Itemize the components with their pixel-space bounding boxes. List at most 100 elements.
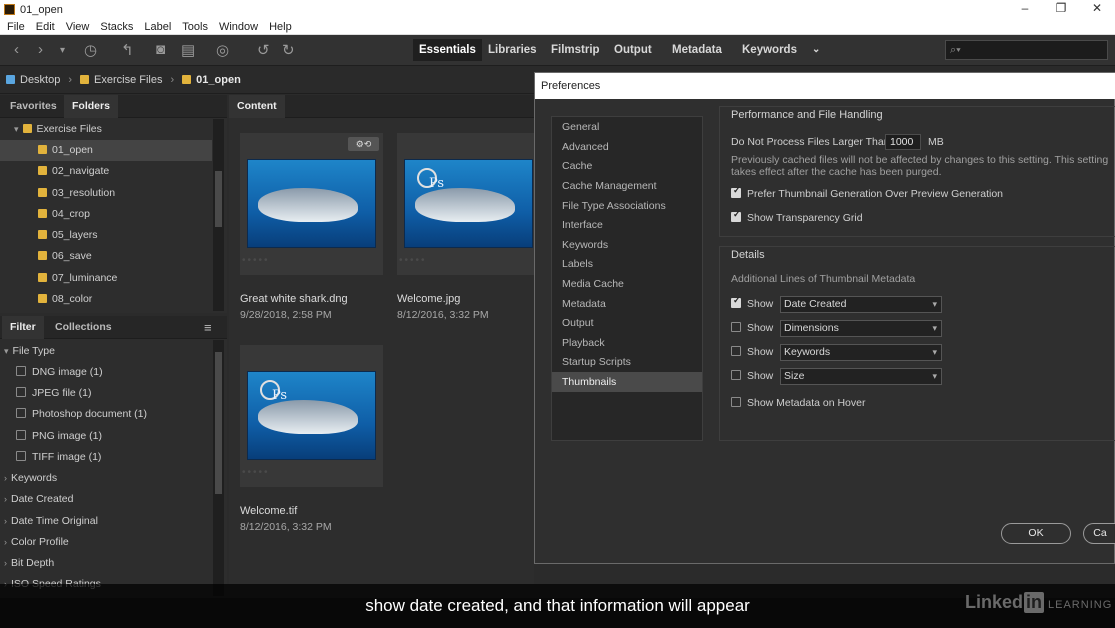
tree-item[interactable]: 01_open (0, 140, 212, 161)
rating-stars[interactable]: ••••• (242, 467, 270, 478)
show-metadata-row[interactable]: Show (731, 322, 773, 334)
metadata-select[interactable]: Dimensions ▾ (780, 320, 942, 337)
show-metadata-row[interactable]: Show (731, 295, 773, 310)
rotate-right-icon[interactable]: ↻ (282, 41, 295, 59)
tree-item[interactable]: 02_navigate (0, 161, 212, 182)
category-item[interactable]: Advanced (552, 137, 702, 157)
checkbox[interactable] (731, 295, 741, 308)
restore-icon[interactable]: ❐ (1043, 0, 1079, 19)
rating-stars[interactable]: ••••• (399, 255, 427, 266)
tab-content[interactable]: Content (229, 95, 285, 118)
tab-folders[interactable]: Folders (64, 95, 118, 118)
workspace-essentials[interactable]: Essentials (413, 39, 482, 61)
chevron-down-icon[interactable]: ▾ (60, 45, 65, 56)
camera-icon[interactable]: ◙ (156, 41, 165, 58)
category-item[interactable]: Cache (552, 156, 702, 176)
category-item[interactable]: Playback (552, 333, 702, 353)
category-item-thumbnails[interactable]: Thumbnails (552, 372, 702, 392)
category-item[interactable]: File Type Associations (552, 196, 702, 216)
filter-group[interactable]: › Keywords (0, 468, 212, 489)
boomerang-icon[interactable]: ↰ (121, 41, 134, 59)
tree-root[interactable]: ▾ Exercise Files (0, 119, 212, 140)
ok-button[interactable]: OK (1001, 523, 1071, 544)
category-item[interactable]: Media Cache (552, 274, 702, 294)
prefer-thumbnail-option[interactable]: Prefer Thumbnail Generation Over Preview… (731, 185, 1003, 200)
tab-filter[interactable]: Filter (2, 316, 44, 339)
minimize-icon[interactable]: – (1007, 0, 1043, 19)
checkbox[interactable] (16, 366, 26, 376)
workspace-keywords[interactable]: Keywords (736, 39, 803, 61)
menu-help[interactable]: Help (269, 21, 292, 33)
tree-item[interactable]: 07_luminance (0, 268, 212, 289)
max-size-input[interactable]: 1000 (885, 134, 921, 150)
transparency-grid-option[interactable]: Show Transparency Grid (731, 209, 863, 224)
menu-tools[interactable]: Tools (182, 21, 208, 33)
hover-metadata-option[interactable]: Show Metadata on Hover (731, 397, 865, 409)
scrollbar-thumb[interactable] (215, 171, 222, 227)
tree-item[interactable]: 08_color (0, 289, 212, 310)
search-input[interactable]: ⌕▾ (945, 40, 1108, 60)
checkbox[interactable] (731, 209, 741, 222)
forward-icon[interactable]: › (38, 41, 43, 58)
category-item[interactable]: Keywords (552, 235, 702, 255)
menu-stacks[interactable]: Stacks (100, 21, 133, 33)
back-icon[interactable]: ‹ (14, 41, 19, 58)
tree-item[interactable]: 06_save (0, 246, 212, 267)
open-in-camera-raw-icon[interactable]: ◎ (216, 41, 229, 59)
filter-item[interactable]: PNG image (1) (0, 426, 212, 447)
rating-stars[interactable]: ••••• (242, 255, 270, 266)
checkbox[interactable] (731, 185, 741, 198)
menu-view[interactable]: View (66, 21, 90, 33)
filter-item[interactable]: TIFF image (1) (0, 447, 212, 468)
cancel-button[interactable]: Ca (1083, 523, 1115, 544)
checkbox[interactable] (16, 451, 26, 461)
thumbnail[interactable]: Ps ••••• (240, 345, 383, 487)
close-icon[interactable]: ✕ (1079, 0, 1115, 19)
recent-icon[interactable]: ◷ (84, 41, 97, 59)
thumbnail[interactable]: ⚙⟲ ••••• (240, 133, 383, 275)
breadcrumb-01-open[interactable]: 01_open (182, 74, 241, 86)
refine-icon[interactable]: ▤ (181, 41, 195, 59)
checkbox[interactable] (731, 397, 741, 407)
category-item[interactable]: Interface (552, 215, 702, 235)
category-item[interactable]: Output (552, 313, 702, 333)
tab-favorites[interactable]: Favorites (2, 95, 65, 118)
filter-scrollbar[interactable] (213, 340, 224, 596)
show-metadata-row[interactable]: Show (731, 370, 773, 382)
filter-group[interactable]: › Date Time Original (0, 511, 212, 532)
workspace-output[interactable]: Output (608, 39, 658, 61)
workspace-libraries[interactable]: Libraries (482, 39, 543, 61)
checkbox[interactable] (731, 370, 741, 380)
breadcrumb-exercise-files[interactable]: Exercise Files (80, 74, 163, 86)
metadata-select[interactable]: Date Created ▾ (780, 296, 942, 313)
metadata-select[interactable]: Keywords ▾ (780, 344, 942, 361)
menu-file[interactable]: File (7, 21, 25, 33)
filter-group[interactable]: › Color Profile (0, 532, 212, 553)
filter-group-file-type[interactable]: ▾ File Type (0, 341, 212, 362)
panel-menu-icon[interactable]: ≡ (196, 316, 220, 339)
tree-item[interactable]: 04_crop (0, 204, 212, 225)
workspace-metadata[interactable]: Metadata (666, 39, 728, 61)
menu-label[interactable]: Label (144, 21, 171, 33)
breadcrumb-desktop[interactable]: Desktop (6, 74, 60, 86)
category-item[interactable]: Cache Management (552, 176, 702, 196)
tree-item[interactable]: 05_layers (0, 225, 212, 246)
show-metadata-row[interactable]: Show (731, 346, 773, 358)
checkbox[interactable] (16, 430, 26, 440)
category-item[interactable]: Metadata (552, 294, 702, 314)
metadata-select[interactable]: Size ▾ (780, 368, 942, 385)
filter-item[interactable]: Photoshop document (1) (0, 404, 212, 425)
checkbox[interactable] (731, 346, 741, 356)
thumbnail[interactable]: Ps ••••• (397, 133, 540, 275)
category-item[interactable]: General (552, 117, 702, 137)
checkbox[interactable] (16, 408, 26, 418)
menu-edit[interactable]: Edit (36, 21, 55, 33)
workspace-filmstrip[interactable]: Filmstrip (545, 39, 606, 61)
tab-collections[interactable]: Collections (47, 316, 120, 339)
filter-item[interactable]: JPEG file (1) (0, 383, 212, 404)
workspace-more-icon[interactable]: ⌄ (806, 39, 826, 61)
scrollbar-thumb[interactable] (215, 352, 222, 494)
category-item[interactable]: Labels (552, 254, 702, 274)
checkbox[interactable] (731, 322, 741, 332)
tree-item[interactable]: 03_resolution (0, 183, 212, 204)
